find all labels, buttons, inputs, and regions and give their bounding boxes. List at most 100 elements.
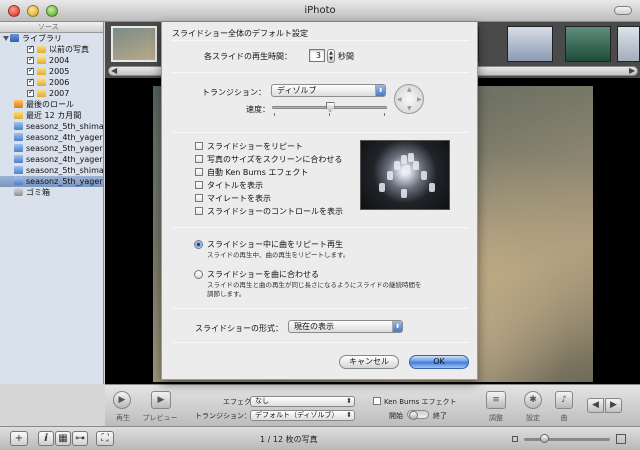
sidebar-item-album[interactable]: seasonz_5th_shima — [0, 121, 103, 132]
disclosure-triangle-icon[interactable] — [3, 36, 9, 41]
slideshow-toolbar: ▶ 再生 ▶ プレビュー エフェクト： なし トランジション： デフォルト（ディ… — [105, 384, 640, 426]
slider-tick — [384, 113, 385, 116]
include-checkbox[interactable] — [27, 66, 34, 76]
toolbar-toggle-button[interactable] — [614, 6, 632, 15]
sidebar-item-label: 最近 12 カ月間 — [26, 111, 82, 120]
sidebar-item-2007[interactable]: 2007 — [0, 88, 103, 99]
sidebar-item-label: seasonz_4th_yager — [26, 133, 103, 142]
keyword-button[interactable]: ⊶ — [72, 431, 88, 446]
include-checkbox[interactable] — [27, 44, 34, 54]
duration-unit: 秒間 — [338, 52, 354, 61]
thumbnail[interactable] — [111, 26, 157, 62]
sidebar-item-label: 2006 — [49, 78, 70, 87]
sidebar-item-2006[interactable]: 2006 — [0, 77, 103, 88]
include-checkbox[interactable] — [27, 77, 34, 87]
show-ratings-checkbox[interactable] — [195, 194, 203, 202]
format-value: 現在の表示 — [294, 322, 334, 331]
arrow-down-icon[interactable]: ▼ — [407, 105, 412, 112]
duration-stepper[interactable]: ▲ ▼ — [327, 49, 335, 63]
music-icon[interactable]: ♪ — [555, 391, 573, 409]
info-button[interactable]: i — [38, 431, 54, 446]
slider-tick — [274, 113, 275, 116]
sidebar-item-label: seasonz_5th_yager… — [26, 177, 103, 186]
kenburns-start-end-toggle[interactable] — [407, 410, 429, 420]
transition-select[interactable]: デフォルト（ディゾルブ） — [250, 410, 355, 421]
adjust-label: 調整 — [489, 414, 503, 422]
scroll-left-icon[interactable]: ◀ — [111, 66, 117, 75]
kenburns-checkbox[interactable] — [373, 397, 381, 405]
arrow-up-icon[interactable]: ▲ — [407, 86, 412, 93]
settings-gear-icon[interactable]: ✱ — [524, 391, 542, 409]
folder-icon — [37, 56, 46, 64]
kenburns-start-label: 開始 — [389, 412, 403, 420]
format-label: スライドショーの形式： — [195, 324, 283, 333]
arrow-right-icon[interactable]: ▶ — [417, 96, 422, 103]
repeat-music-radio[interactable] — [194, 240, 203, 249]
sidebar-item-slideshow[interactable]: seasonz_5th_shima… — [0, 165, 103, 176]
arrow-left-icon[interactable]: ◀ — [397, 96, 402, 103]
source-header: ソース — [0, 22, 103, 33]
show-controls-checkbox[interactable] — [195, 207, 203, 215]
fit-to-music-label: スライドショーを曲に合わせる — [207, 270, 319, 279]
divider — [172, 132, 469, 133]
adjust-icon[interactable]: ≡ — [486, 391, 506, 409]
settings-label: 設定 — [526, 414, 540, 422]
show-titles-label: タイトルを表示 — [207, 181, 263, 190]
speed-slider-knob[interactable] — [325, 102, 335, 112]
show-titles-checkbox[interactable] — [195, 181, 203, 189]
sidebar-item-last-roll[interactable]: 最後のロール — [0, 99, 103, 110]
show-ratings-label: マイレートを表示 — [207, 194, 271, 203]
duration-field[interactable]: 3 — [309, 49, 325, 62]
repeat-slideshow-checkbox[interactable] — [195, 142, 203, 150]
play-label: 再生 — [116, 414, 130, 422]
sidebar-item-2005[interactable]: 2005 — [0, 66, 103, 77]
include-checkbox[interactable] — [27, 55, 34, 65]
ok-button[interactable]: OK — [409, 355, 469, 369]
popup-arrows-icon: ⬍ — [375, 85, 385, 96]
include-checkbox[interactable] — [27, 88, 34, 98]
thumbnail[interactable] — [507, 26, 553, 62]
format-popup[interactable]: 現在の表示 ⬍ — [288, 320, 403, 333]
sidebar-item-last-12-months[interactable]: 最近 12 カ月間 — [0, 110, 103, 121]
sheet-title: スライドショー全体のデフォルト設定 — [172, 29, 308, 38]
slideshow-settings-sheet: スライドショー全体のデフォルト設定 各スライドの再生時間： 3 ▲ ▼ 秒間 トラ… — [161, 22, 478, 380]
window-titlebar: iPhoto — [0, 0, 640, 22]
slider-tick — [329, 113, 330, 116]
zoom-slider-knob[interactable] — [540, 434, 549, 443]
play-icon[interactable]: ▶ — [113, 391, 131, 409]
sidebar-item-older-photos[interactable]: 以前の写真 — [0, 44, 103, 55]
ken-burns-checkbox[interactable] — [195, 168, 203, 176]
thumbnail[interactable] — [565, 26, 611, 62]
cancel-button[interactable]: キャンセル — [339, 355, 399, 369]
calendar-button[interactable]: ▦ — [55, 431, 71, 446]
previous-slide-button[interactable]: ◀ — [587, 398, 604, 413]
preview-icon[interactable]: ▶ — [151, 391, 171, 409]
album-icon — [14, 133, 23, 141]
folder-icon — [37, 67, 46, 75]
divider — [172, 40, 469, 41]
sidebar-item-album[interactable]: seasonz_4th_yager — [0, 132, 103, 143]
transition-label: トランジション： — [202, 88, 266, 97]
fit-to-music-radio[interactable] — [194, 270, 203, 279]
divider — [172, 308, 469, 309]
zoom-slider[interactable] — [524, 438, 610, 441]
sidebar-item-trash[interactable]: ゴミ箱 — [0, 187, 103, 198]
add-album-button[interactable]: + — [10, 431, 28, 446]
sidebar-item-label: seasonz_5th_shima… — [26, 166, 103, 175]
next-slide-button[interactable]: ▶ — [605, 398, 622, 413]
folder-icon — [37, 45, 46, 53]
thumbnail[interactable] — [617, 26, 640, 62]
scroll-right-icon[interactable]: ▶ — [629, 66, 635, 75]
sidebar-item-label: seasonz_4th_yager… — [26, 155, 103, 164]
sidebar-item-album[interactable]: seasonz_5th_yager — [0, 143, 103, 154]
direction-pad[interactable]: ▲ ▼ ◀ ▶ — [394, 84, 424, 114]
fullscreen-button[interactable]: ⛶ — [96, 431, 114, 446]
sidebar-item-label: 最後のロール — [26, 100, 74, 109]
sidebar-item-2004[interactable]: 2004 — [0, 55, 103, 66]
sidebar-item-slideshow[interactable]: seasonz_4th_yager… — [0, 154, 103, 165]
sidebar-item-library[interactable]: ライブラリ — [0, 33, 103, 44]
effect-select[interactable]: なし — [250, 396, 355, 407]
fit-to-screen-checkbox[interactable] — [195, 155, 203, 163]
sidebar-item-slideshow-selected[interactable]: seasonz_5th_yager… — [0, 176, 103, 187]
transition-popup[interactable]: ディゾルブ ⬍ — [271, 84, 386, 97]
